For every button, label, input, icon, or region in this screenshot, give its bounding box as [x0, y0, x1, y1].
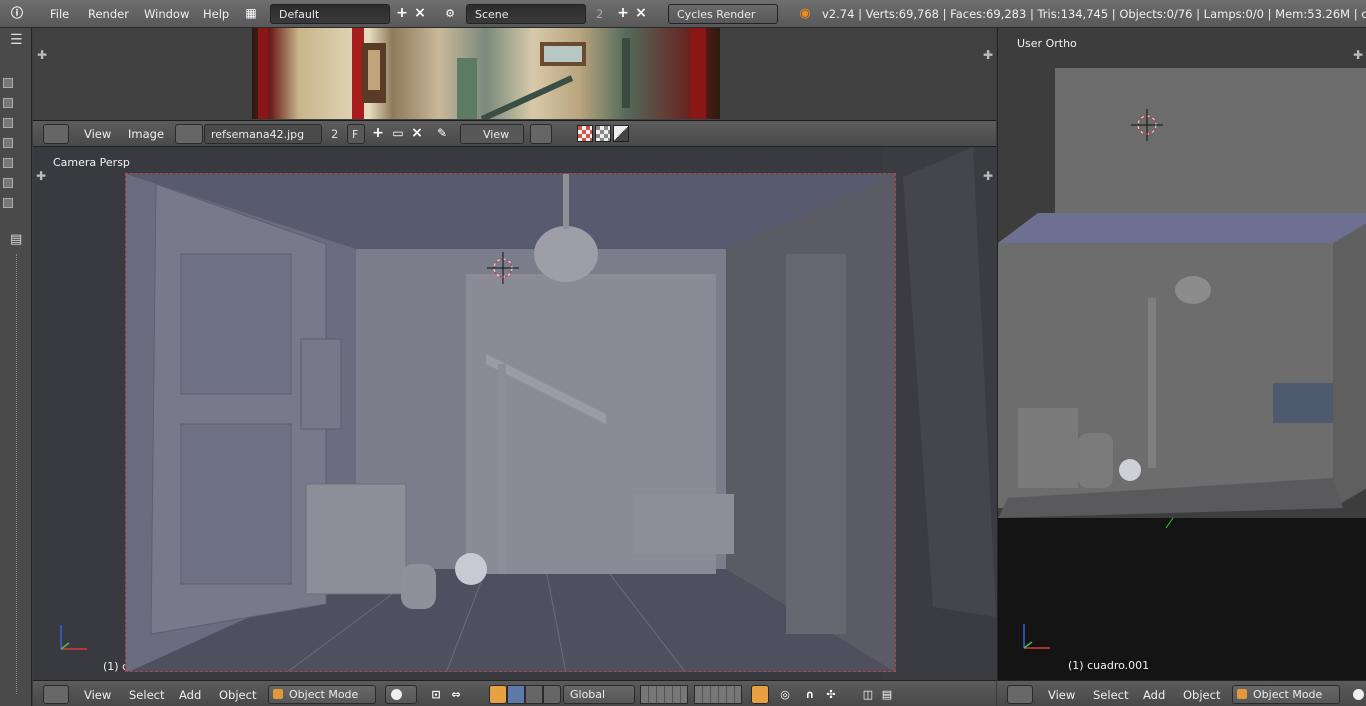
render-engine-dropdown[interactable]: Cycles Render [668, 4, 778, 24]
screen-layout-icon[interactable]: ▦ [242, 4, 260, 24]
main-viewport-header: View Select Add Object Object Mode ⊡ ⇔ G… [33, 680, 996, 706]
layers-grid[interactable] [640, 685, 688, 704]
alpha-display-icon[interactable] [577, 125, 593, 142]
axis-gizmo [60, 625, 87, 650]
solid-shading-icon [391, 689, 402, 700]
properties-icon[interactable]: ▤ [10, 232, 28, 250]
new-image-button[interactable]: + [369, 124, 387, 144]
menu-object[interactable]: Object [1183, 688, 1220, 702]
pivot-icon[interactable] [530, 124, 552, 144]
blender-logo-icon: ◉ [799, 6, 811, 21]
3d-cursor-icon [487, 252, 519, 284]
menu-select[interactable]: Select [1093, 688, 1128, 702]
alpha-only-icon[interactable] [595, 125, 611, 142]
active-object-label: (1) cuadro.001 [1068, 659, 1150, 672]
tool-icon-2[interactable] [3, 98, 13, 108]
editor-type-button[interactable] [1007, 685, 1033, 704]
transform-orientation-dropdown[interactable]: Global [563, 685, 635, 704]
reference-photo [252, 28, 720, 119]
render-animation-icon[interactable]: ▤ [878, 685, 896, 705]
open-image-icon[interactable]: ▭ [389, 124, 407, 144]
menu-view[interactable]: View [84, 688, 111, 702]
area-plus-icon[interactable]: ✚ [983, 48, 993, 62]
image-editor-header: View Image refsemana42.jpg 2 F + ▭ × ✎ V… [33, 121, 996, 147]
hallway-scene-render [126, 174, 895, 671]
3d-cursor-icon [1131, 109, 1163, 141]
object-mode-icon [273, 689, 283, 699]
manipulator-icon[interactable]: ⇔ [447, 685, 465, 705]
image-browse-button[interactable] [175, 124, 203, 144]
menu-select[interactable]: Select [129, 688, 164, 702]
snap-toggle-icon[interactable]: ∩ [801, 685, 819, 705]
tool-icon-3[interactable] [3, 118, 13, 128]
tool-icon-5[interactable] [3, 158, 13, 168]
delete-layout-button[interactable]: × [411, 4, 429, 24]
reference-photo-art [258, 28, 706, 119]
add-scene-button[interactable]: + [614, 4, 632, 24]
pivot-point-icon[interactable]: ⊡ [427, 685, 445, 705]
unlink-image-button[interactable]: × [408, 124, 426, 144]
image-menu-image[interactable]: Image [128, 127, 164, 141]
ortho-scene-art [998, 68, 1366, 680]
area-plus-icon[interactable]: ✚ [36, 169, 46, 183]
camera-frame [125, 173, 896, 672]
image-name-field[interactable]: refsemana42.jpg [204, 124, 322, 144]
viewport-label: User Ortho [1017, 37, 1077, 50]
pin-icon[interactable]: ✎ [433, 124, 451, 144]
mode-dropdown[interactable]: Object Mode [268, 685, 376, 704]
tool-icon-7[interactable] [3, 198, 13, 208]
menu-view[interactable]: View [1048, 688, 1075, 702]
z-buffer-icon[interactable] [613, 125, 629, 142]
ortho-viewport-header: View Select Add Object Object Mode [997, 680, 1366, 706]
area-plus-icon[interactable]: ✚ [983, 169, 993, 183]
proportional-edit-icon[interactable]: ◎ [776, 685, 794, 705]
area-plus-icon[interactable]: ✚ [37, 48, 47, 62]
menu-object[interactable]: Object [219, 688, 256, 702]
transform-extra-icon[interactable] [543, 685, 561, 704]
screen-layout-field[interactable]: Default [270, 4, 390, 24]
image-menu-view[interactable]: View [84, 127, 111, 141]
ortho-viewport[interactable]: User Ortho (1) cuadro.001 [997, 28, 1366, 680]
axis-gizmo [1023, 624, 1050, 649]
render-icon[interactable]: ◫ [859, 685, 877, 705]
info-header: ⓘ File Render Window Help ▦ Default + × … [0, 0, 1366, 28]
scene-users-count: 2 [596, 7, 604, 21]
scale-icon[interactable] [525, 685, 543, 704]
delete-scene-button[interactable]: × [632, 4, 650, 24]
scroll-track [16, 254, 24, 694]
menu-help[interactable]: Help [203, 7, 229, 21]
editor-type-button[interactable] [43, 124, 69, 144]
menu-add[interactable]: Add [1143, 688, 1165, 702]
menu-window[interactable]: Window [144, 7, 189, 21]
lock-layers-icon[interactable] [751, 685, 769, 704]
snap-element-icon[interactable]: ✣ [822, 685, 840, 705]
image-users-count: 2 [331, 127, 339, 141]
translate-icon[interactable] [489, 685, 507, 704]
editor-type-button[interactable] [43, 685, 69, 704]
rotate-icon[interactable] [507, 685, 525, 704]
tool-icon-1[interactable] [3, 78, 13, 88]
area-plus-icon[interactable]: ✚ [1353, 48, 1363, 62]
outliner-icon[interactable]: ☰ [10, 32, 28, 50]
scene-stats: v2.74 | Verts:69,768 | Faces:69,283 | Tr… [822, 7, 1366, 21]
fake-user-button[interactable]: F [347, 124, 365, 144]
menu-file[interactable]: File [50, 7, 69, 21]
scene-field[interactable]: Scene [466, 4, 586, 24]
info-icon[interactable]: ⓘ [8, 4, 26, 24]
tool-shelf-strip: ☰ ▤ [0, 28, 32, 706]
tool-icon-6[interactable] [3, 178, 13, 188]
viewport-label: Camera Persp [53, 156, 130, 169]
menu-render[interactable]: Render [88, 7, 129, 21]
view-mode-dropdown[interactable]: View [460, 124, 524, 144]
solid-shading-icon[interactable] [1353, 689, 1364, 700]
add-layout-button[interactable]: + [393, 4, 411, 24]
menu-add[interactable]: Add [179, 688, 201, 702]
scene-icon[interactable]: ⚙ [441, 4, 459, 24]
mode-dropdown[interactable]: Object Mode [1232, 685, 1340, 704]
object-mode-icon [1237, 689, 1247, 699]
tool-icon-4[interactable] [3, 138, 13, 148]
layers-grid[interactable] [694, 685, 742, 704]
